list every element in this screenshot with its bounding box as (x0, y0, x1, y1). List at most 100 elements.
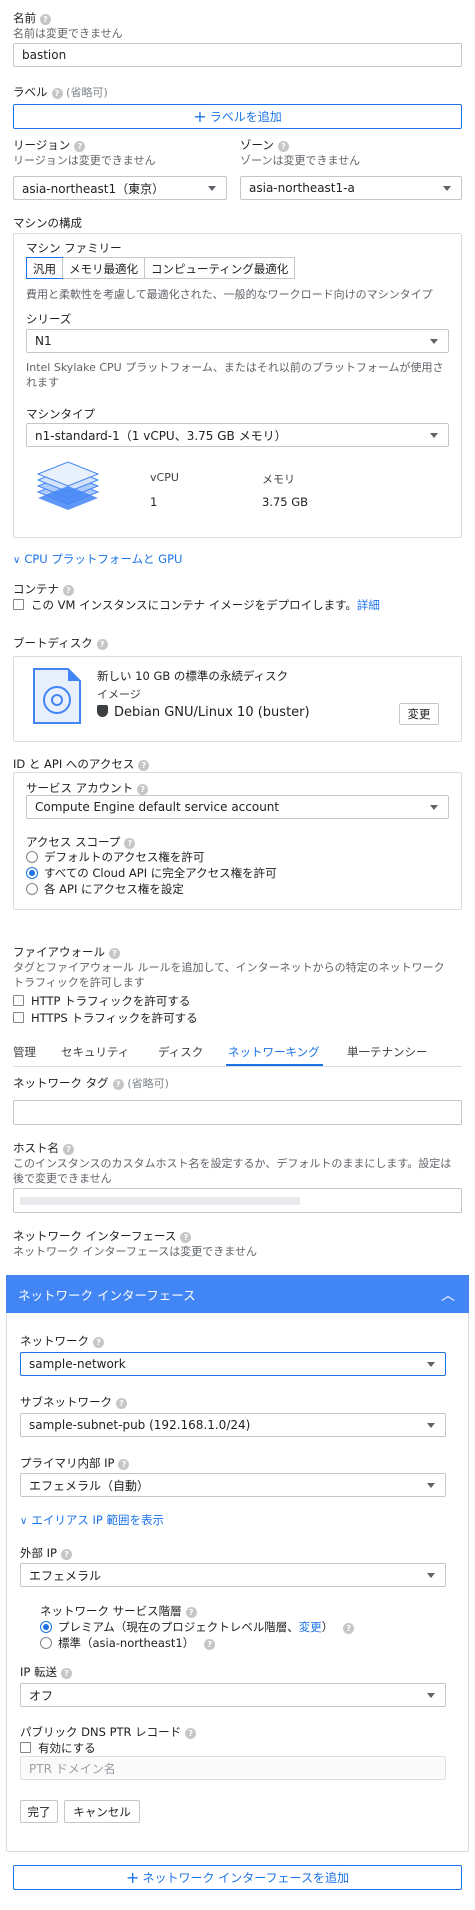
series-select[interactable]: N1 (26, 329, 449, 353)
machine-type-select[interactable]: n1-standard-1（1 vCPU、3.75 GB メモリ） (26, 423, 449, 447)
radio-button[interactable] (40, 1637, 52, 1649)
tab-disks[interactable]: ディスク (158, 1044, 203, 1060)
alias-ip-link[interactable]: ∨ エイリアス IP 範囲を表示 (20, 1512, 164, 1528)
help-icon[interactable]: ? (60, 1549, 72, 1560)
https-checkbox[interactable] (13, 1012, 24, 1023)
help-icon[interactable]: ? (137, 784, 149, 795)
region-value: asia-northeast1（東京） (22, 181, 165, 196)
boot-disk-title: 新しい 10 GB の標準の永続ディスク (97, 669, 289, 683)
help-icon[interactable]: ? (343, 1623, 355, 1634)
radio-button[interactable] (26, 883, 38, 895)
net-if-section-label: ネットワーク インターフェース? (13, 1228, 192, 1244)
network-value: sample-network (29, 1357, 126, 1371)
zone-select[interactable]: asia-northeast1-a (240, 176, 462, 200)
help-icon[interactable]: ? (40, 14, 51, 25)
vcpu-value: 1 (150, 495, 158, 509)
details-link[interactable]: 詳細 (357, 598, 380, 612)
hostname-desc-line2: 後で変更できません (13, 1172, 112, 1185)
network-label: ネットワーク? (20, 1333, 104, 1349)
scope-option-per-api[interactable]: 各 API にアクセス権を設定 (26, 881, 184, 897)
change-boot-disk-button[interactable]: 変更 (399, 703, 439, 725)
container-row: この VM インスタンスにコンテナ イメージをデプロイします。詳細 (13, 597, 380, 613)
subnet-select[interactable]: sample-subnet-pub (192.168.1.0/24) (20, 1413, 446, 1437)
help-icon[interactable]: ? (74, 141, 86, 152)
machine-type-value: n1-standard-1（1 vCPU、3.75 GB メモリ） (35, 428, 287, 443)
add-label-button[interactable]: + ラベルを追加 (13, 104, 462, 129)
region-label: リージョン? (13, 137, 86, 153)
optional-text: (省略可) (66, 86, 108, 99)
redacted-hostname (20, 1197, 300, 1205)
radio-button-selected[interactable] (26, 867, 38, 879)
help-icon[interactable]: ? (185, 1607, 197, 1618)
optional-text: (省略可) (127, 1077, 169, 1090)
help-icon[interactable]: ? (118, 1459, 130, 1470)
help-icon[interactable]: ? (180, 1232, 192, 1243)
tab-compute-optimized[interactable]: コンピューティング最適化 (144, 258, 294, 278)
memory-value: 3.75 GB (262, 495, 309, 509)
tab-management[interactable]: 管理 (13, 1044, 36, 1060)
radio-button-selected[interactable] (40, 1621, 52, 1633)
dns-enable-row: 有効にする (20, 1740, 96, 1756)
ptr-placeholder: PTR ドメイン名 (29, 1761, 116, 1776)
access-scope-label: アクセス スコープ? (26, 834, 136, 850)
external-ip-label: 外部 IP? (20, 1545, 72, 1561)
shield-icon (97, 705, 108, 717)
container-checkbox[interactable] (13, 599, 24, 610)
stack-icon (36, 461, 100, 510)
name-input[interactable]: bastion (13, 43, 462, 67)
help-icon[interactable]: ? (277, 141, 289, 152)
help-icon[interactable]: ? (124, 838, 136, 849)
http-checkbox[interactable] (13, 995, 24, 1006)
net-if-panel-header[interactable]: ネットワーク インターフェース ︿ (6, 1275, 469, 1313)
help-icon[interactable]: ? (112, 1079, 124, 1090)
zone-hint: ゾーンは変更できません (240, 154, 361, 167)
scope-option-full[interactable]: すべての Cloud API に完全アクセス権を許可 (26, 865, 277, 881)
radio-button[interactable] (26, 851, 38, 863)
network-tags-label: ネットワーク タグ? (省略可) (13, 1076, 169, 1090)
subnet-value: sample-subnet-pub (192.168.1.0/24) (29, 1418, 251, 1432)
tab-general-purpose[interactable]: 汎用 (26, 257, 63, 279)
external-ip-select[interactable]: エフェメラル (20, 1563, 446, 1587)
ip-forward-select[interactable]: オフ (20, 1683, 446, 1707)
help-icon[interactable]: ? (116, 1398, 127, 1409)
help-icon[interactable]: ? (204, 1639, 216, 1650)
tab-security[interactable]: セキュリティ (61, 1044, 129, 1060)
tab-networking[interactable]: ネットワーキング (228, 1044, 320, 1060)
series-label: シリーズ (26, 312, 72, 326)
help-icon[interactable]: ? (96, 639, 108, 650)
boot-disk-image-label: イメージ (97, 688, 141, 701)
help-icon[interactable]: ? (185, 1728, 197, 1739)
done-button[interactable]: 完了 (20, 1800, 58, 1823)
region-select[interactable]: asia-northeast1（東京） (13, 176, 227, 200)
primary-ip-select[interactable]: エフェメラル（自動） (20, 1473, 446, 1497)
chevron-up-icon[interactable]: ︿ (441, 1285, 455, 1305)
change-tier-link[interactable]: 変更 (299, 1620, 322, 1634)
tab-sole-tenancy[interactable]: 単一テナンシー (347, 1044, 428, 1060)
add-network-interface-button[interactable]: + ネットワーク インターフェースを追加 (13, 1865, 462, 1890)
help-icon[interactable]: ? (63, 585, 74, 596)
scope-option-default[interactable]: デフォルトのアクセス権を許可 (26, 849, 204, 865)
tab-memory-optimized[interactable]: メモリ最適化 (62, 258, 144, 278)
series-value: N1 (35, 334, 52, 348)
https-label: HTTPS トラフィックを許可する (31, 1011, 198, 1025)
machine-family-tabs: 汎用 メモリ最適化 コンピューティング最適化 (26, 257, 296, 279)
tier-option-standard[interactable]: 標準（asia-northeast1）? (40, 1635, 216, 1651)
help-icon[interactable]: ? (63, 1144, 74, 1155)
help-icon[interactable]: ? (109, 948, 120, 959)
tier-option-premium[interactable]: プレミアム（現在のプロジェクトレベル階層、変更）? (40, 1619, 355, 1635)
container-label: コンテナ? (13, 581, 74, 597)
network-select[interactable]: sample-network (20, 1352, 446, 1376)
cancel-button[interactable]: キャンセル (64, 1800, 140, 1823)
network-tags-input[interactable] (13, 1100, 462, 1125)
chevron-down-icon: ∨ (20, 1516, 28, 1527)
ptr-domain-input[interactable]: PTR ドメイン名 (20, 1756, 446, 1780)
cpu-platform-link[interactable]: ∨ CPU プラットフォームと GPU (13, 551, 182, 567)
external-ip-value: エフェメラル (29, 1568, 102, 1583)
help-icon[interactable]: ? (60, 1668, 72, 1679)
help-icon[interactable]: ? (93, 1337, 104, 1348)
help-icon[interactable]: ? (51, 88, 63, 99)
vcpu-header: vCPU (150, 471, 179, 484)
help-icon[interactable]: ? (138, 760, 150, 771)
service-account-select[interactable]: Compute Engine default service account (26, 795, 449, 819)
dns-enable-checkbox[interactable] (20, 1742, 31, 1753)
